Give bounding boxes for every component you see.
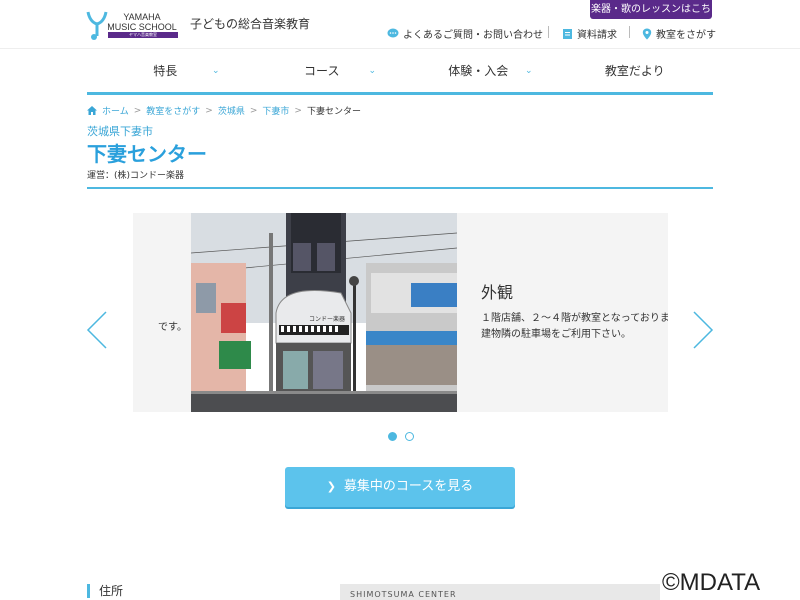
slide-description-line: 建物隣の駐車場をご利用下さい。 (481, 329, 631, 340)
divider (87, 187, 713, 189)
carousel-dot-2[interactable] (405, 432, 414, 441)
breadcrumb-separator: > (133, 105, 142, 116)
breadcrumb-city[interactable]: 下妻市 (262, 104, 289, 117)
watermark: ©MDATA (662, 569, 761, 596)
brochure-request-label: 資料請求 (577, 30, 617, 41)
carousel-dot-1[interactable] (388, 432, 397, 441)
site-header: YAMAHA MUSIC SCHOOL ヤマハ音楽教室 子どもの総合音楽教育 楽… (0, 0, 800, 48)
carousel-slide-caption: 外観 １階店舗、２～４階が教室となっておりま 建物隣の駐車場をご利用下さい。 (457, 213, 668, 412)
nav-item-trial-enroll[interactable]: 体験・入会 ⌄ (400, 49, 557, 92)
slide-heading: 外観 (481, 283, 514, 302)
instrument-lessons-link[interactable]: 楽器・歌のレッスンはこちら (590, 0, 712, 34)
util-divider (629, 26, 630, 38)
document-icon (563, 28, 572, 39)
carousel-pagination (388, 432, 414, 441)
view-open-courses-button[interactable]: ❯ 募集中のコースを見る (285, 467, 515, 507)
logo-bar: ヤマハ音楽教室 (108, 32, 178, 38)
view-open-courses-label: 募集中のコースを見る (343, 479, 474, 494)
breadcrumb-separator: > (249, 105, 258, 116)
breadcrumb-prefecture[interactable]: 茨城県 (218, 104, 245, 117)
brochure-request-link[interactable]: 資料請求 (562, 26, 617, 41)
tagline: 子どもの総合音楽教育 (190, 17, 311, 31)
storefront-illustration: コンドー楽器 (191, 213, 457, 412)
map-text: SHIMOTSUMA CENTER (350, 590, 457, 599)
breadcrumb-separator: > (205, 105, 213, 116)
find-school-label: 教室をさがす (656, 30, 716, 41)
breadcrumb: ホーム > 教室をさがす > 茨城県 > 下妻市 > 下妻センター (87, 104, 361, 117)
util-divider (548, 26, 549, 38)
home-icon (87, 106, 97, 115)
global-nav: 特長 ⌄ コース ⌄ 体験・入会 ⌄ 教室だより (0, 48, 800, 95)
carousel-next-arrow-icon[interactable] (692, 310, 714, 350)
breadcrumb-find-school[interactable]: 教室をさがす (146, 104, 200, 117)
chevron-down-icon: ⌄ (211, 66, 220, 76)
yamaha-logo[interactable]: YAMAHA MUSIC SCHOOL ヤマハ音楽教室 (86, 10, 178, 40)
address-heading: 住所 (87, 584, 123, 598)
shop-sign-text: コンドー楽器 (309, 315, 345, 323)
prev-slide-text: です。 (158, 322, 187, 333)
location-label: 茨城県下妻市 (87, 125, 153, 138)
map-pin-icon (642, 28, 652, 39)
chat-bubble-icon (387, 28, 399, 38)
operator-label: 運営：(株)コンドー楽器 (87, 171, 185, 181)
page-title: 下妻センター (87, 142, 207, 166)
carousel-prev-slide-peek[interactable]: です。 (133, 213, 191, 412)
building-exterior-photo: コンドー楽器 (191, 213, 457, 412)
nav-item-features[interactable]: 特長 ⌄ (87, 49, 244, 92)
breadcrumb-home[interactable]: ホーム (102, 104, 129, 117)
nav-item-courses[interactable]: コース ⌄ (244, 49, 401, 92)
logo-line2: MUSIC SCHOOL (107, 22, 177, 32)
faq-link-label: よくあるご質問・お問い合わせ (403, 30, 543, 41)
breadcrumb-current: 下妻センター (306, 107, 361, 117)
nav-item-newsletter[interactable]: 教室だより (557, 49, 714, 92)
faq-link[interactable]: よくあるご質問・お問い合わせ (387, 26, 543, 41)
map-thumbnail[interactable]: SHIMOTSUMA CENTER (340, 584, 660, 600)
slide-description-line: １階店舗、２～４階が教室となっておりま (481, 313, 668, 324)
carousel-prev-arrow-icon[interactable] (86, 310, 108, 350)
slide-description: １階店舗、２～４階が教室となっておりま 建物隣の駐車場をご利用下さい。 (481, 311, 668, 343)
breadcrumb-separator: > (294, 105, 302, 116)
chevron-right-icon: ❯ (326, 480, 336, 493)
logo-line1: YAMAHA (123, 12, 161, 22)
chevron-down-icon: ⌄ (524, 66, 533, 76)
tuning-fork-logo-icon (86, 11, 108, 40)
find-school-link[interactable]: 教室をさがす (642, 26, 716, 41)
chevron-down-icon: ⌄ (368, 66, 376, 76)
